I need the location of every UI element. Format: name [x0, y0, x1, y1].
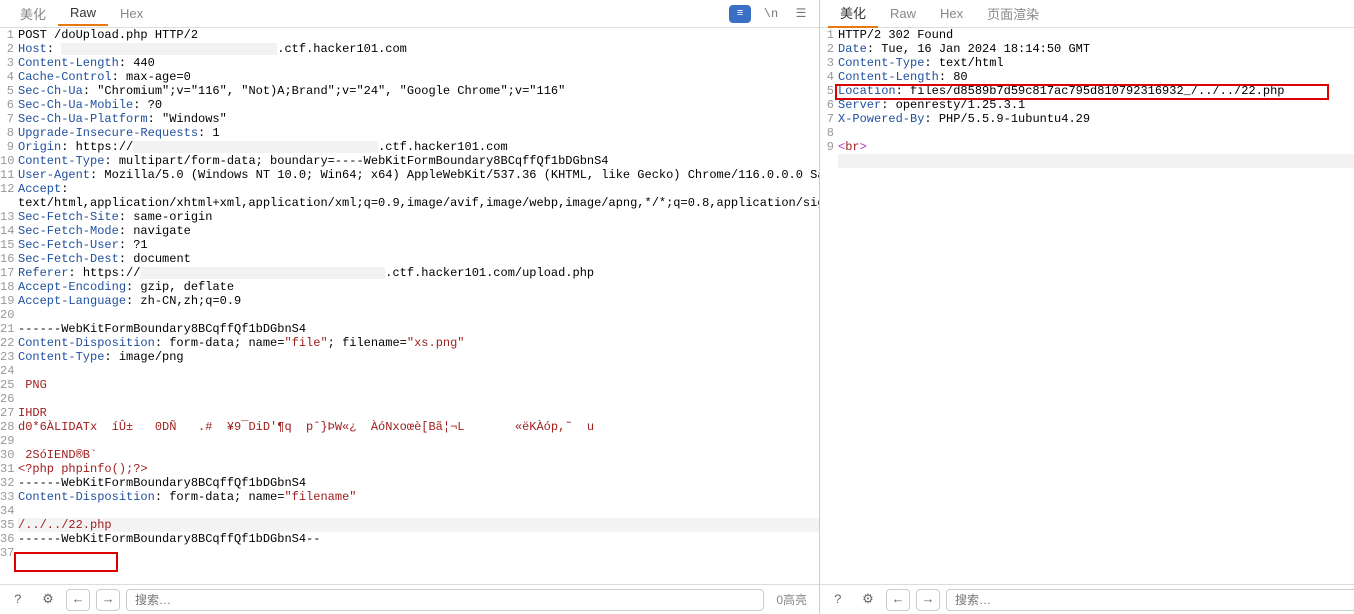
response-tabs: 美化 Raw Hex 页面渲染 — [820, 0, 1354, 28]
response-content[interactable]: 123456789 HTTP/2 302 FoundDate: Tue, 16 … — [820, 28, 1354, 584]
tab-raw-resp[interactable]: Raw — [878, 2, 928, 25]
tab-hex[interactable]: Hex — [108, 2, 155, 25]
request-content[interactable]: 1234567891011121314151617181920212223242… — [0, 28, 819, 584]
help-icon[interactable]: ? — [826, 589, 850, 611]
tab-hex-resp[interactable]: Hex — [928, 2, 975, 25]
tab-beautify[interactable]: 美化 — [8, 0, 58, 27]
back-icon[interactable]: ← — [66, 589, 90, 611]
settings-icon[interactable]: ⚙ — [36, 589, 60, 611]
request-search-input[interactable] — [126, 589, 764, 611]
help-icon[interactable]: ? — [6, 589, 30, 611]
request-pane: 美化 Raw Hex ≡ \n ☰ 1234567891011121314151… — [0, 0, 820, 614]
response-bottom-bar: ? ⚙ ← → — [820, 584, 1354, 614]
match-count: 0高亮 — [770, 591, 813, 608]
forward-icon[interactable]: → — [96, 589, 120, 611]
tab-beautify-resp[interactable]: 美化 — [828, 0, 878, 28]
newline-icon[interactable]: \n — [761, 4, 781, 24]
tab-raw[interactable]: Raw — [58, 1, 108, 26]
request-bottom-bar: ? ⚙ ← → 0高亮 — [0, 584, 819, 614]
menu-icon[interactable]: ☰ — [791, 4, 811, 24]
back-icon[interactable]: ← — [886, 589, 910, 611]
response-pane: 美化 Raw Hex 页面渲染 123456789 HTTP/2 302 Fou… — [820, 0, 1354, 614]
response-search-input[interactable] — [946, 589, 1354, 611]
doc-icon[interactable]: ≡ — [729, 5, 751, 23]
tab-render-resp[interactable]: 页面渲染 — [975, 0, 1051, 27]
settings-icon[interactable]: ⚙ — [856, 589, 880, 611]
request-tabs: 美化 Raw Hex ≡ \n ☰ — [0, 0, 819, 28]
forward-icon[interactable]: → — [916, 589, 940, 611]
